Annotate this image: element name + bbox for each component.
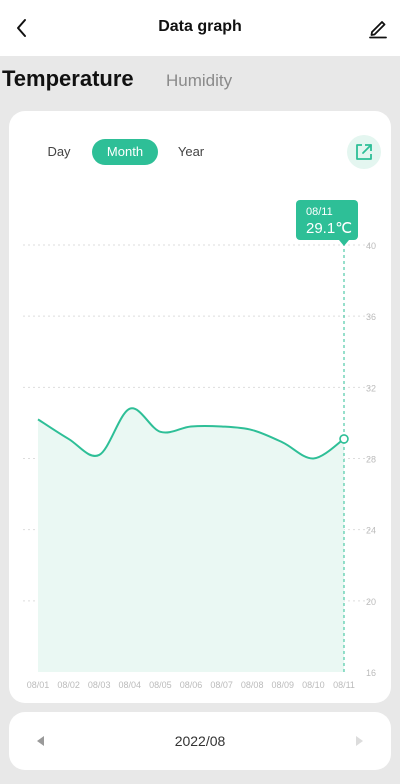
tab-temperature[interactable]: Temperature: [2, 66, 134, 92]
app-header: Data graph: [0, 0, 400, 56]
chart-card: 16 20 24 28 32 36 40 08/01 08/02 08/03 08/04 08/05 0…: [9, 111, 391, 703]
tooltip-value: 29.1℃: [306, 220, 352, 237]
y-tick-label: 36: [366, 312, 376, 322]
tab-month[interactable]: Month: [92, 139, 158, 165]
temperature-chart: 16 20 24 28 32 36 40 08/01 08/02 08/03 08/04 08/05 0…: [23, 200, 376, 690]
y-tick-label: 20: [366, 597, 376, 607]
x-tick-label: 08/04: [119, 680, 142, 690]
y-tick-label: 16: [366, 668, 376, 678]
x-tick-label: 08/05: [149, 680, 172, 690]
tooltip-pointer: [339, 240, 349, 246]
x-tick-label: 08/06: [180, 680, 203, 690]
x-tick-label: 08/03: [88, 680, 111, 690]
x-tick-label: 08/07: [210, 680, 233, 690]
tab-day[interactable]: Day: [37, 139, 81, 165]
x-tick-label: 08/11: [333, 680, 355, 690]
pencil-icon: [369, 21, 387, 39]
temperature-area: [38, 408, 344, 672]
date-navigator: 2022/08: [9, 712, 391, 770]
share-export-icon: [356, 144, 372, 160]
y-tick-label: 40: [366, 241, 376, 251]
x-tick-label: 08/10: [302, 680, 325, 690]
current-period-label: 2022/08: [174, 733, 226, 749]
triangle-right-icon: [356, 736, 363, 746]
edit-button[interactable]: [364, 14, 392, 42]
metric-tabs: Temperature Humidity: [0, 64, 400, 98]
y-tick-label: 32: [366, 383, 376, 393]
tab-year[interactable]: Year: [169, 139, 213, 165]
x-tick-label: 08/09: [272, 680, 295, 690]
export-button[interactable]: [347, 135, 381, 169]
page-title: Data graph: [158, 18, 242, 35]
y-tick-label: 24: [366, 526, 376, 536]
tooltip-date: 08/11: [306, 206, 333, 218]
tab-humidity[interactable]: Humidity: [166, 71, 232, 91]
x-tick-label: 08/08: [241, 680, 264, 690]
x-tick-label: 08/02: [57, 680, 80, 690]
selected-data-point: [339, 434, 349, 444]
next-month-button[interactable]: [349, 731, 369, 751]
x-tick-label: 08/01: [27, 680, 50, 690]
y-tick-label: 28: [366, 455, 376, 465]
